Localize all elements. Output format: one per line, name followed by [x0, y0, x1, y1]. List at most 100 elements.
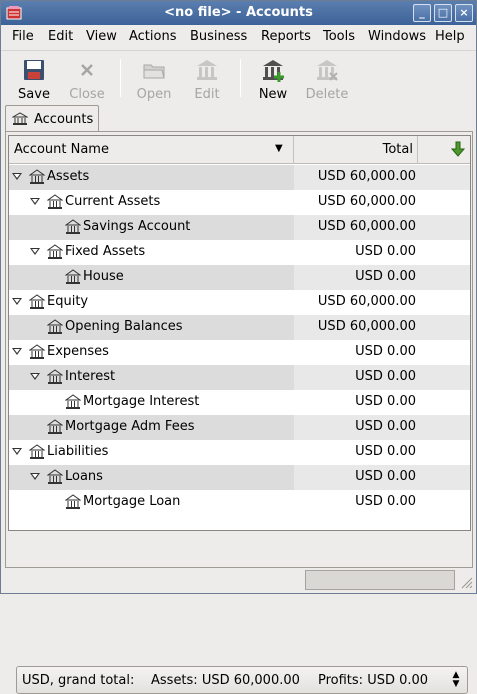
account-name: Liabilities [47, 444, 109, 459]
account-name: Fixed Assets [65, 244, 146, 259]
account-total: USD 0.00 [355, 269, 416, 284]
expander-icon[interactable] [12, 448, 22, 455]
app-window: <no file> - Accounts _ □ × File Edit Vie… [0, 0, 477, 694]
column-selector[interactable] [418, 136, 470, 164]
new-account-button[interactable]: New [249, 56, 297, 102]
menu-reports[interactable]: Reports [261, 29, 311, 44]
tree-header: Account Name ▼ Total [9, 136, 470, 164]
account-row[interactable]: Savings Account USD 60,000.00 [9, 215, 470, 240]
account-row[interactable]: Mortgage Loan USD 0.00 [9, 490, 470, 515]
menu-edit[interactable]: Edit [48, 29, 73, 44]
save-button[interactable]: Save [10, 56, 58, 102]
account-row[interactable]: Liabilities USD 0.00 [9, 440, 470, 465]
menu-file[interactable]: File [12, 29, 34, 44]
account-total: USD 0.00 [355, 444, 416, 459]
title-bar[interactable]: <no file> - Accounts _ □ × [1, 1, 476, 25]
status-bar [1, 569, 476, 593]
column-header-total[interactable]: Total [295, 136, 418, 164]
close-window-button[interactable]: × [455, 4, 473, 22]
menu-windows[interactable]: Windows [368, 29, 426, 44]
column-header-account-name[interactable]: Account Name ▼ [9, 136, 294, 164]
maximize-button[interactable]: □ [434, 4, 452, 22]
summary-profits: Profits: USD 0.00 [318, 673, 429, 688]
expander-icon[interactable] [12, 173, 22, 180]
account-row[interactable]: Loans USD 0.00 [9, 465, 470, 490]
account-name: Mortgage Adm Fees [65, 419, 195, 434]
summary-assets: Assets: USD 60,000.00 [151, 673, 300, 688]
account-name: Assets [47, 169, 90, 184]
summary-spin-icon[interactable]: ▲ ▼ [449, 671, 463, 691]
account-total: USD 60,000.00 [317, 219, 416, 234]
bank-icon [12, 112, 28, 125]
bank-icon [47, 469, 63, 484]
account-row[interactable]: House USD 0.00 [9, 265, 470, 290]
expander-icon[interactable] [30, 198, 40, 205]
summary-currency: USD, grand total: [22, 673, 135, 688]
account-row[interactable]: Mortgage Adm Fees USD 0.00 [9, 415, 470, 440]
account-name: Mortgage Loan [83, 494, 181, 509]
menu-view[interactable]: View [86, 29, 117, 44]
account-name: Equity [47, 294, 89, 309]
menu-tools[interactable]: Tools [323, 29, 355, 44]
expander-icon[interactable] [30, 248, 40, 255]
account-name: House [83, 269, 124, 284]
chevron-down-icon[interactable]: ▼ [275, 143, 283, 154]
expander-icon[interactable] [12, 298, 22, 305]
account-row[interactable]: Assets USD 60,000.00 [9, 165, 470, 190]
bank-icon [47, 194, 63, 209]
column-name-label: Account Name [14, 142, 109, 157]
account-total: USD 0.00 [355, 394, 416, 409]
account-total: USD 60,000.00 [317, 294, 416, 309]
account-row[interactable]: Current Assets USD 60,000.00 [9, 190, 470, 215]
bank-icon [65, 269, 81, 284]
account-rows: Assets USD 60,000.00 Current Assets USD 60,… [9, 165, 470, 515]
expander-icon[interactable] [30, 373, 40, 380]
account-tree[interactable]: Account Name ▼ Total Assets USD 60,000.00… [8, 135, 471, 531]
close-button[interactable]: Close [63, 56, 111, 102]
account-name: Interest [65, 369, 116, 384]
menu-help[interactable]: Help [435, 29, 465, 44]
resize-grip-icon[interactable] [459, 575, 473, 589]
minimize-button[interactable]: _ [413, 4, 431, 22]
floppy-disk-icon [24, 60, 44, 80]
new-label: New [258, 87, 288, 102]
account-new-icon [263, 60, 284, 82]
tab-accounts[interactable]: Accounts [5, 105, 99, 132]
account-total: USD 60,000.00 [317, 319, 416, 334]
bank-icon [29, 169, 45, 184]
progress-bar [305, 570, 455, 590]
bank-icon [65, 494, 81, 509]
accounts-panel: Account Name ▼ Total Assets USD 60,000.00… [5, 131, 473, 694]
toolbar-separator [120, 59, 121, 97]
summary-bar[interactable]: USD, grand total: Assets: USD 60,000.00 … [16, 666, 468, 694]
toolbar: Save Close Open Edit New Delete [1, 50, 476, 103]
open-button[interactable]: Open [130, 56, 178, 102]
account-total: USD 0.00 [355, 244, 416, 259]
account-total: USD 60,000.00 [317, 194, 416, 209]
menu-business[interactable]: Business [190, 29, 247, 44]
expander-icon[interactable] [12, 348, 22, 355]
account-row[interactable]: Fixed Assets USD 0.00 [9, 240, 470, 265]
account-row[interactable]: Opening Balances USD 60,000.00 [9, 315, 470, 340]
account-total: USD 0.00 [355, 344, 416, 359]
bank-icon [47, 244, 63, 259]
edit-label: Edit [194, 87, 220, 102]
delete-account-button[interactable]: Delete [303, 56, 351, 102]
account-row[interactable]: Equity USD 60,000.00 [9, 290, 470, 315]
expander-icon[interactable] [30, 473, 40, 480]
bank-icon [65, 394, 81, 409]
toolbar-separator [240, 59, 241, 97]
close-label: Close [69, 87, 105, 102]
bank-icon [47, 319, 63, 334]
save-label: Save [18, 87, 50, 102]
menu-actions[interactable]: Actions [129, 29, 177, 44]
account-row[interactable]: Mortgage Interest USD 0.00 [9, 390, 470, 415]
account-row[interactable]: Interest USD 0.00 [9, 365, 470, 390]
account-name: Current Assets [65, 194, 161, 209]
account-delete-icon [317, 60, 338, 81]
account-row[interactable]: Expenses USD 0.00 [9, 340, 470, 365]
edit-button[interactable]: Edit [183, 56, 231, 102]
folder-open-icon [143, 64, 165, 79]
green-down-arrow-icon [450, 141, 466, 157]
account-total: USD 60,000.00 [317, 169, 416, 184]
